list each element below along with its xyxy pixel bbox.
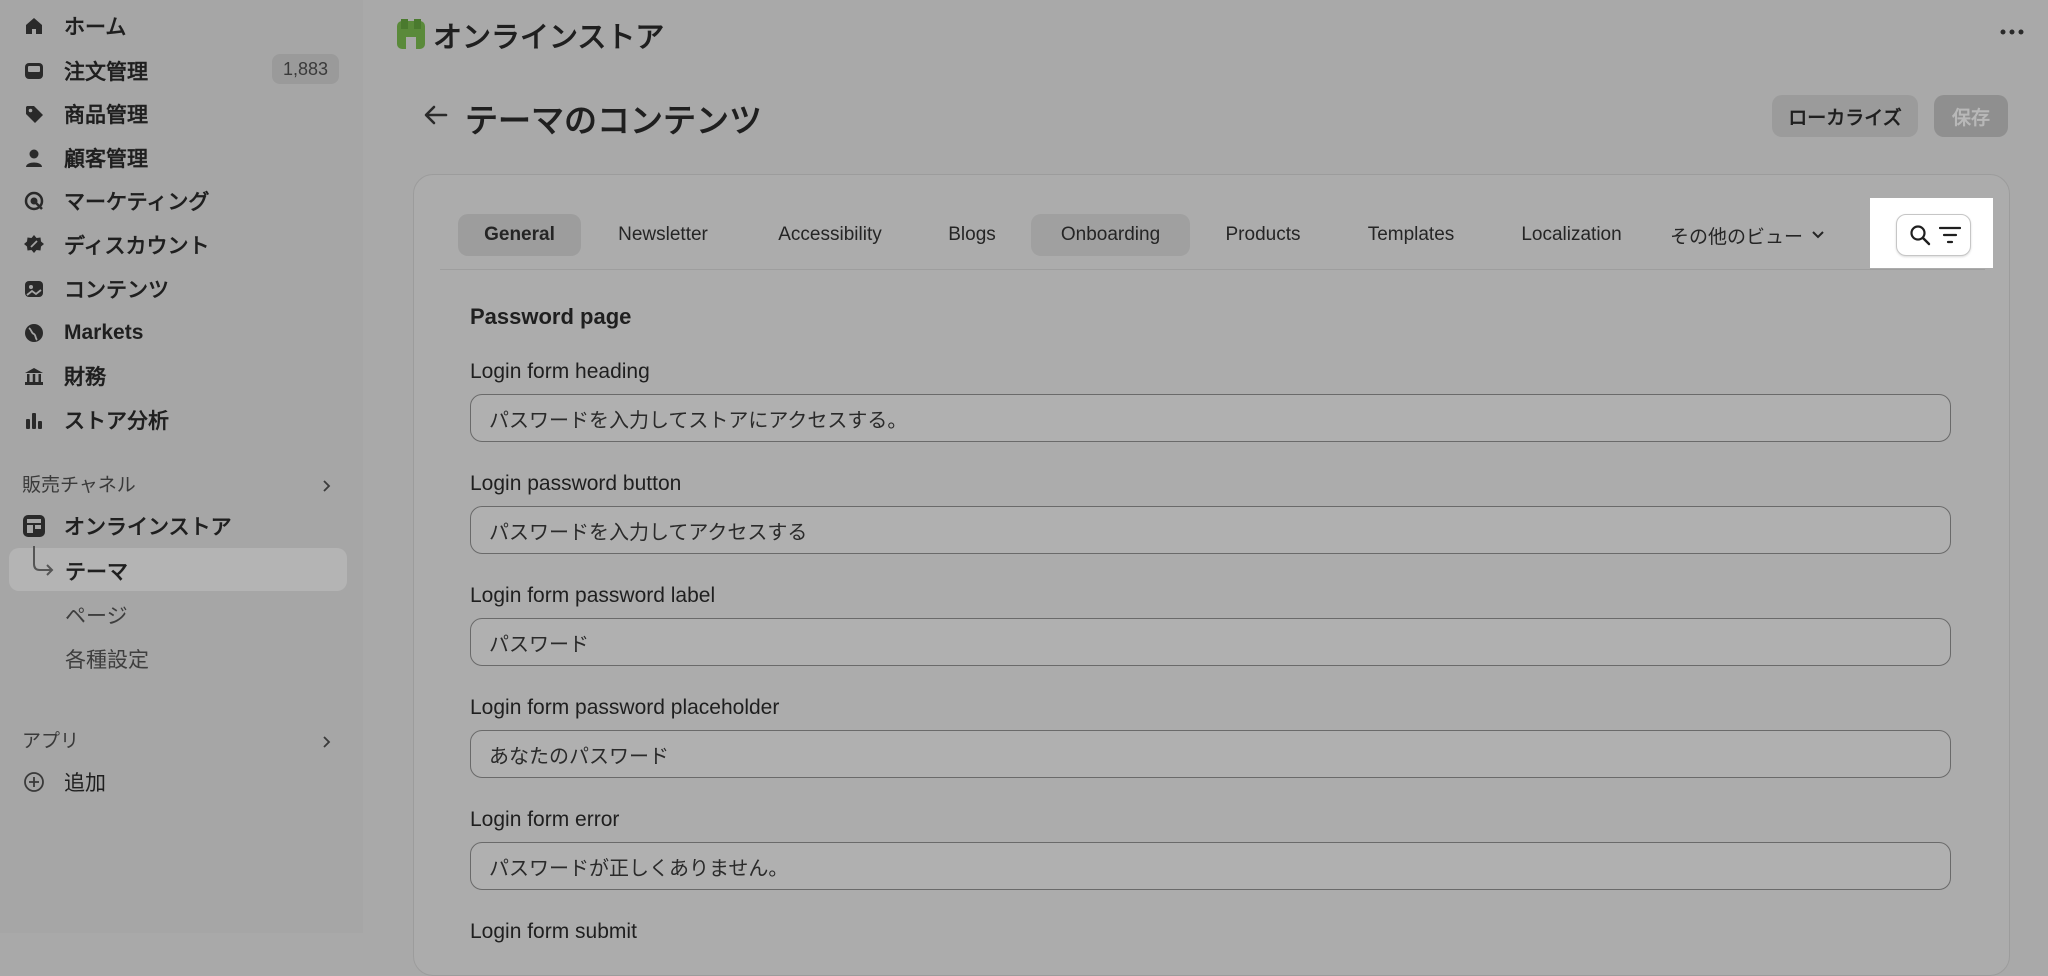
sidebar-item-discounts[interactable]: ディスカウント (22, 225, 340, 265)
back-arrow-icon[interactable] (422, 103, 450, 127)
tab-onboarding[interactable]: Onboarding (1031, 214, 1190, 256)
home-icon (22, 14, 46, 38)
apps-label: アプリ (22, 731, 80, 752)
tag-icon (22, 102, 46, 126)
sidebar-item-orders[interactable]: 注文管理 1,883 (22, 51, 340, 91)
sidebar-item-label: 商品管理 (64, 104, 148, 127)
login-form-error-input[interactable]: パスワードが正しくありません。 (470, 842, 1951, 890)
sidebar-item-label: マーケティング (64, 191, 210, 214)
bank-icon (22, 364, 46, 388)
tree-branch-icon (33, 546, 54, 576)
field-label: Login form error (470, 808, 620, 831)
sidebar-item-label: 追加 (64, 772, 106, 795)
sidebar-item-theme[interactable] (9, 548, 347, 591)
sidebar-item-label: 注文管理 (64, 61, 148, 84)
sidebar-item-label: オンラインストア (64, 516, 232, 539)
login-form-heading-input[interactable]: パスワードを入力してストアにアクセスする。 (470, 394, 1951, 442)
more-views-label: その他のビュー (1670, 226, 1804, 248)
sidebar-item-label: ストア分析 (64, 410, 169, 433)
bar-chart-icon (22, 408, 46, 432)
sidebar-subitem-pages[interactable]: ページ (65, 600, 128, 630)
search-icon (1910, 225, 1931, 246)
inbox-icon (22, 59, 46, 83)
page-title: テーマのコンテンツ (465, 102, 762, 139)
sidebar-item-label: ディスカウント (64, 235, 210, 258)
target-icon (22, 189, 46, 213)
sidebar-subitem-theme-label: テーマ (65, 561, 128, 584)
tabs-divider (440, 269, 1985, 270)
login-form-password-placeholder-input[interactable]: あなたのパスワード (470, 730, 1951, 778)
tab-localization[interactable]: Localization (1504, 214, 1639, 256)
store-title: オンラインストア (433, 22, 665, 54)
login-password-button-input[interactable]: パスワードを入力してアクセスする (470, 506, 1951, 554)
online-store-icon (397, 19, 425, 49)
sidebar-item-marketing[interactable]: マーケティング (22, 181, 340, 221)
chevron-right-icon[interactable] (320, 736, 332, 748)
section-title: Password page (470, 304, 632, 329)
globe-icon (22, 321, 46, 345)
image-icon (22, 277, 46, 301)
sidebar-subitem-preferences[interactable]: 各種設定 (65, 644, 149, 674)
sidebar-item-add-app[interactable]: 追加 (22, 762, 340, 802)
sidebar-item-label: 財務 (64, 366, 106, 389)
tab-newsletter[interactable]: Newsletter (599, 214, 727, 256)
tab-accessibility[interactable]: Accessibility (756, 214, 904, 256)
sidebar-item-analytics[interactable]: ストア分析 (22, 400, 340, 440)
field-label: Login form password placeholder (470, 696, 780, 719)
sidebar-item-customers[interactable]: 顧客管理 (22, 138, 340, 178)
save-button[interactable]: 保存 (1934, 95, 2008, 137)
sidebar-item-markets[interactable]: Markets (22, 313, 340, 353)
localize-button[interactable]: ローカライズ (1772, 95, 1918, 137)
sidebar-item-label: ホーム (64, 16, 127, 39)
sidebar-item-home[interactable]: ホーム (22, 6, 340, 46)
search-filter-button[interactable] (1896, 214, 1971, 256)
discount-icon (22, 233, 46, 257)
field-label: Login form password label (470, 584, 716, 607)
sidebar-item-label: Markets (64, 321, 144, 344)
sidebar: ホーム 注文管理 1,883 商品管理 顧客管理 マーケティング ディスカウント (0, 0, 363, 933)
sidebar-item-finance[interactable]: 財務 (22, 356, 340, 396)
sidebar-item-products[interactable]: 商品管理 (22, 94, 340, 134)
tab-general[interactable]: General (458, 214, 581, 256)
filter-icon (1939, 226, 1961, 244)
sidebar-item-online-store[interactable]: オンラインストア (22, 506, 340, 546)
login-form-password-label-input[interactable]: パスワード (470, 618, 1951, 666)
more-options-icon[interactable] (1998, 22, 2026, 42)
orders-count-badge: 1,883 (271, 54, 339, 84)
tab-templates[interactable]: Templates (1348, 214, 1474, 256)
plus-circle-icon (22, 770, 46, 794)
person-icon (22, 146, 46, 170)
field-label: Login form heading (470, 360, 650, 383)
sales-channels-label: 販売チャネル (22, 475, 136, 496)
chevron-right-icon[interactable] (320, 480, 332, 492)
field-label: Login password button (470, 472, 682, 495)
sidebar-item-content[interactable]: コンテンツ (22, 269, 340, 309)
tab-blogs[interactable]: Blogs (933, 214, 1011, 256)
tab-more-views[interactable]: その他のビュー (1670, 214, 1835, 256)
tab-products[interactable]: Products (1210, 214, 1316, 256)
sidebar-item-label: コンテンツ (64, 279, 169, 302)
chevron-down-icon (1812, 231, 1824, 239)
sidebar-item-label: 顧客管理 (64, 148, 148, 171)
field-label: Login form submit (470, 920, 637, 943)
store-icon (22, 514, 46, 538)
